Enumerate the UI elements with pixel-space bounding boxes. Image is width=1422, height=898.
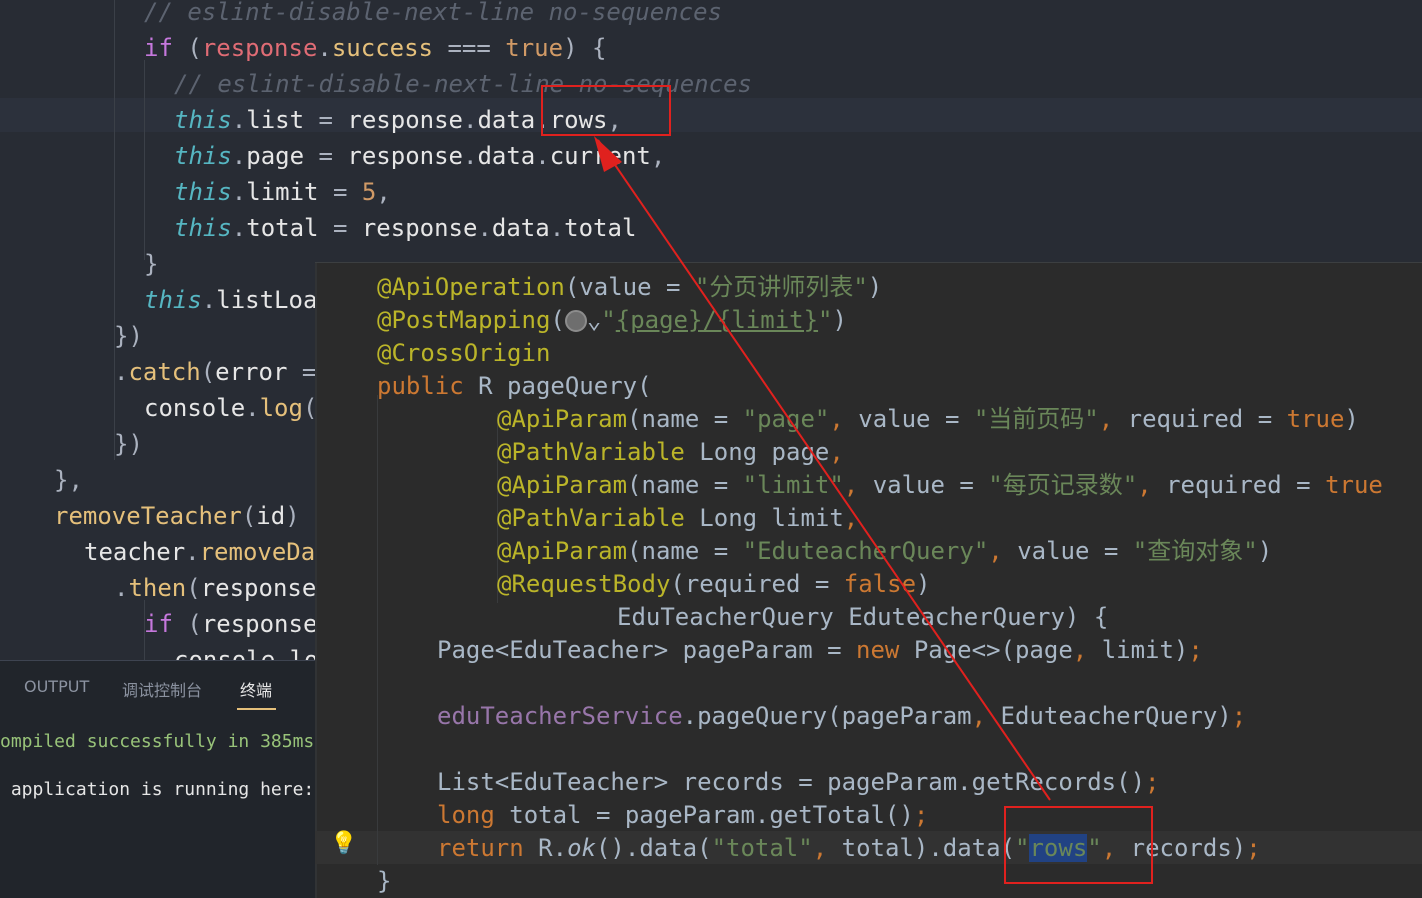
arrow-line	[597, 139, 1051, 801]
annotation-arrow	[594, 136, 1051, 801]
arrow-head	[594, 136, 622, 172]
